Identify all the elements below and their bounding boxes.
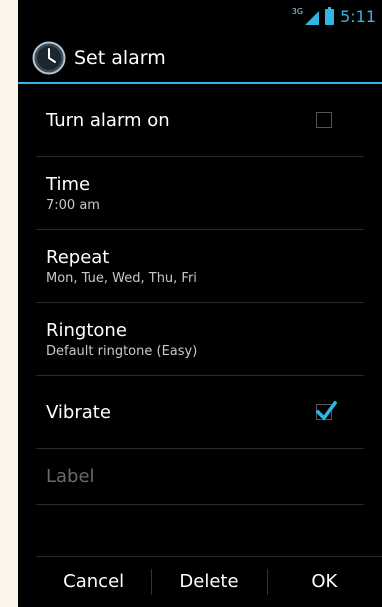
cancel-button[interactable]: Cancel: [36, 557, 151, 607]
dialog-title: Set alarm: [74, 47, 166, 69]
battery-icon: [325, 6, 335, 25]
vibrate-checkbox[interactable]: [315, 400, 337, 421]
time-label: Time: [46, 173, 91, 195]
label-field[interactable]: Label: [46, 466, 95, 487]
ok-button[interactable]: OK: [266, 557, 382, 607]
repeat-label: Repeat: [46, 246, 110, 268]
dialog-buttons: Cancel Delete OK: [36, 556, 382, 607]
ringtone-label: Ringtone: [46, 319, 127, 341]
status-bar: 3G 5:11: [18, 0, 382, 34]
label-row[interactable]: Label: [36, 449, 364, 505]
repeat-row[interactable]: Repeat Mon, Tue, Wed, Thu, Fri: [36, 230, 364, 303]
signal-icon: [305, 10, 320, 25]
turn-alarm-on-label: Turn alarm on: [46, 109, 170, 131]
turn-alarm-on-row[interactable]: Turn alarm on: [36, 84, 364, 157]
repeat-value: Mon, Tue, Wed, Thu, Fri: [46, 270, 197, 286]
dialog-title-bar: Set alarm: [18, 34, 382, 84]
phone-screen: 3G 5:11 Set alarm Turn alarm on Time 7:0…: [18, 0, 382, 607]
checkmark-icon: [315, 400, 337, 421]
status-time: 5:11: [340, 7, 376, 26]
time-value: 7:00 am: [46, 197, 100, 213]
clock-icon: [32, 41, 66, 75]
vibrate-row[interactable]: Vibrate: [36, 376, 364, 449]
ringtone-value: Default ringtone (Easy): [46, 343, 198, 359]
delete-button[interactable]: Delete: [151, 557, 266, 607]
settings-list: Turn alarm on Time 7:00 am Repeat Mon, T…: [18, 84, 382, 505]
ringtone-row[interactable]: Ringtone Default ringtone (Easy): [36, 303, 364, 376]
turn-alarm-on-checkbox[interactable]: [316, 112, 332, 128]
network-type: 3G: [291, 7, 304, 16]
status-icons: 3G 5:11: [291, 6, 376, 26]
vibrate-label: Vibrate: [46, 401, 111, 423]
time-row[interactable]: Time 7:00 am: [36, 157, 364, 230]
